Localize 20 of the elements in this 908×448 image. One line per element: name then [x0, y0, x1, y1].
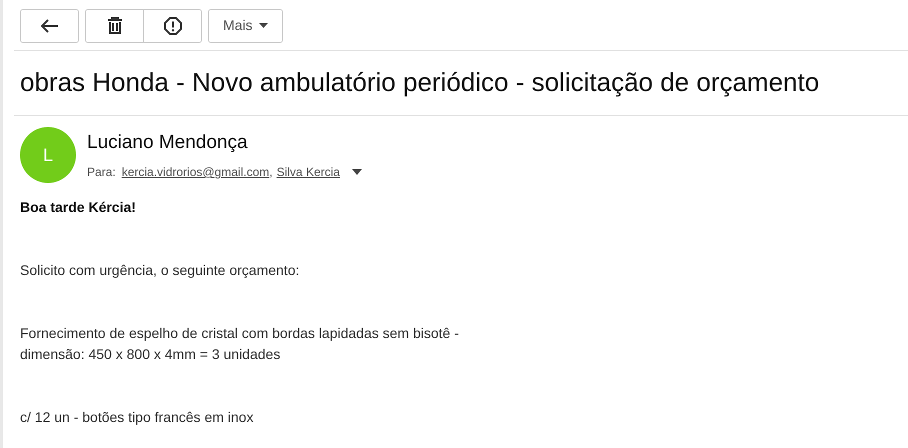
- delete-button[interactable]: [85, 8, 144, 42]
- caret-icon[interactable]: [352, 169, 362, 175]
- email-subject: obras Honda - Novo ambulatório periódico - solicitação de orçamento: [20, 66, 820, 98]
- separator-comma: ,: [269, 164, 273, 181]
- to-label: Para:: [87, 164, 116, 181]
- alert-icon: [164, 16, 182, 34]
- more-button[interactable]: Mais: [208, 8, 283, 42]
- back-arrow-icon: [40, 18, 58, 32]
- body-paragraph: c/ 12 un - botões tipo francês em inox: [20, 408, 254, 427]
- trash-icon: [106, 17, 122, 34]
- body-paragraph: Solicito com urgência, o seguinte orçamento:: [20, 261, 300, 280]
- sender-name: Luciano Mendonça: [87, 131, 249, 155]
- caret-icon: [258, 23, 268, 28]
- body-paragraph: Fornecimento de espelho de cristal com bordas lapidadas sem bisotê - dimensão: 450 x 800 x 4mm = 3 unidades: [20, 324, 460, 364]
- recipient-link[interactable]: Silva Kercia: [276, 163, 340, 181]
- avatar: L: [20, 127, 76, 183]
- back-button[interactable]: [20, 8, 79, 42]
- spam-button[interactable]: [143, 8, 202, 42]
- recipient-link[interactable]: kercia.vidrorios@gmail.com: [122, 163, 270, 181]
- body-paragraph: Boa tarde Kércia!: [20, 198, 137, 217]
